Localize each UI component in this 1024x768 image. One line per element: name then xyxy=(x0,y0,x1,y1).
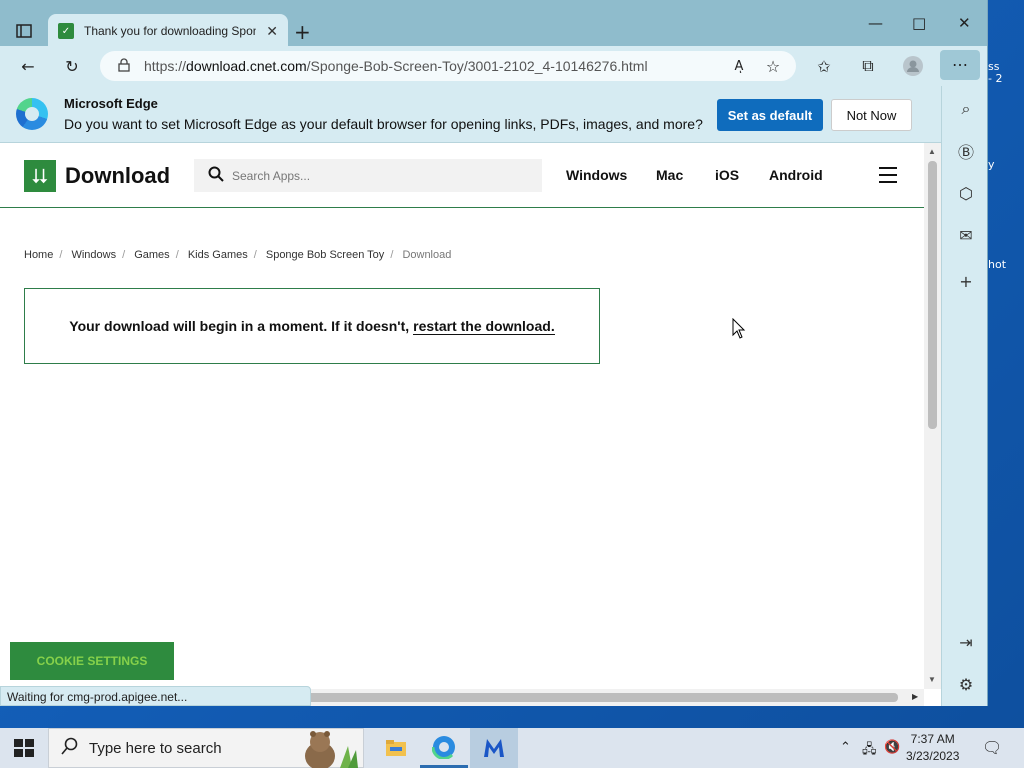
nav-mac[interactable]: Mac xyxy=(656,167,683,183)
search-icon xyxy=(61,737,79,760)
sidebar-settings-gear-icon[interactable]: ⚙ xyxy=(954,672,978,696)
nav-ios[interactable]: iOS xyxy=(715,167,739,183)
network-icon[interactable]: 🖧 xyxy=(862,740,877,762)
horizontal-scroll-thumb[interactable] xyxy=(300,693,898,702)
hamburger-menu-icon[interactable] xyxy=(879,167,897,183)
bing-chat-icon[interactable]: Ⓑ xyxy=(954,139,978,163)
status-bar: Waiting for cmg-prod.apigee.net... xyxy=(0,686,311,706)
favorites-icon[interactable]: ✩ xyxy=(811,54,837,78)
breadcrumb-product[interactable]: Sponge Bob Screen Toy xyxy=(266,249,384,261)
search-icon xyxy=(208,166,224,186)
taskbar: Type here to search ⌃ 🖧 🔇 7:37 AM 3/23/2… xyxy=(0,728,1024,768)
site-header: ⮇ Download Search Apps... Windows Mac iO… xyxy=(0,143,924,208)
file-explorer-icon[interactable] xyxy=(372,728,420,768)
download-message: Your download will begin in a moment. If… xyxy=(69,318,555,335)
profile-avatar-icon[interactable] xyxy=(900,54,926,78)
breadcrumb-kids-games[interactable]: Kids Games xyxy=(188,249,248,261)
settings-more-icon[interactable]: ⋯ xyxy=(940,50,980,80)
restart-download-link[interactable]: restart the download. xyxy=(413,318,555,335)
title-bar: ✓ Thank you for downloading Sponge Bob S… xyxy=(0,0,987,48)
nav-android[interactable]: Android xyxy=(769,167,823,183)
outlook-icon[interactable]: ✉ xyxy=(954,223,978,247)
clock-date: 3/23/2023 xyxy=(906,749,960,763)
browser-toolbar: ← ↻ https://download.cnet.com/Sponge-Bob… xyxy=(0,46,987,86)
tab-title: Thank you for downloading Sponge Bob Scr… xyxy=(84,24,256,38)
vertical-scrollbar[interactable]: ▲ ▼ xyxy=(924,143,941,689)
close-window-icon[interactable]: ✕ xyxy=(958,14,971,32)
search-highlight-bear-icon xyxy=(296,728,362,768)
not-now-button[interactable]: Not Now xyxy=(831,99,912,131)
scroll-up-icon[interactable]: ▲ xyxy=(928,147,936,156)
hide-sidebar-icon[interactable]: ⇥ xyxy=(954,630,978,654)
infobar-title: Microsoft Edge xyxy=(64,96,158,111)
edge-logo-icon xyxy=(16,98,48,130)
maximize-icon[interactable]: □ xyxy=(912,14,926,32)
browser-tab-active[interactable]: ✓ Thank you for downloading Sponge Bob S… xyxy=(48,14,288,48)
breadcrumb-current: Download xyxy=(402,249,452,261)
minimize-icon[interactable]: — xyxy=(868,14,883,32)
edge-sidebar: ⌕ Ⓑ ⬡ ✉ + ⇥ ⚙ xyxy=(941,86,987,706)
address-bar[interactable]: https://download.cnet.com/Sponge-Bob-Scr… xyxy=(100,51,796,81)
lock-icon xyxy=(118,57,130,75)
download-message-box: Your download will begin in a moment. If… xyxy=(24,288,600,364)
clock-time: 7:37 AM xyxy=(910,732,955,746)
desktop-icon-label-fragment: y xyxy=(988,158,995,171)
malwarebytes-icon[interactable] xyxy=(470,728,518,768)
search-placeholder: Search Apps... xyxy=(232,168,311,183)
breadcrumb: Home / Windows / Games / Kids Games / Sponge… xyxy=(24,249,452,261)
vertical-scroll-thumb[interactable] xyxy=(928,161,937,429)
new-tab-icon[interactable]: + xyxy=(294,20,311,44)
set-as-default-button[interactable]: Set as default xyxy=(717,99,823,131)
download-logo-icon[interactable]: ⮇ xyxy=(24,160,56,192)
notifications-icon[interactable]: 🗨 xyxy=(982,738,1002,757)
breadcrumb-windows[interactable]: Windows xyxy=(71,249,116,261)
browser-window: ✓ Thank you for downloading Sponge Bob S… xyxy=(0,0,988,706)
taskbar-search-placeholder: Type here to search xyxy=(89,739,222,757)
download-favicon-icon: ✓ xyxy=(58,23,74,39)
edge-taskbar-icon[interactable] xyxy=(420,728,468,768)
scroll-down-icon[interactable]: ▼ xyxy=(928,675,936,684)
read-aloud-icon[interactable]: Aͅ xyxy=(726,54,752,78)
scroll-right-icon[interactable]: ▶ xyxy=(912,692,918,701)
site-logo-text[interactable]: Download xyxy=(65,163,170,189)
add-favorite-icon[interactable]: ☆ xyxy=(760,54,786,78)
taskbar-clock[interactable]: 7:37 AM 3/23/2023 xyxy=(906,731,959,765)
shopping-icon[interactable]: ⬡ xyxy=(954,181,978,205)
search-icon[interactable]: ⌕ xyxy=(954,97,978,121)
cookie-settings-button[interactable]: COOKIE SETTINGS xyxy=(10,642,174,680)
volume-muted-icon[interactable]: 🔇 xyxy=(884,740,900,755)
desktop-icon-label-fragment: - 2 xyxy=(988,72,1003,85)
breadcrumb-home[interactable]: Home xyxy=(24,249,53,261)
url-text: https://download.cnet.com/Sponge-Bob-Scr… xyxy=(144,58,648,74)
infobar-message: Do you want to set Microsoft Edge as you… xyxy=(64,116,703,132)
breadcrumb-games[interactable]: Games xyxy=(134,249,169,261)
nav-windows[interactable]: Windows xyxy=(566,167,627,183)
add-sidebar-app-icon[interactable]: + xyxy=(954,269,978,293)
site-search-input[interactable]: Search Apps... xyxy=(194,159,542,192)
refresh-icon[interactable]: ↻ xyxy=(59,54,85,78)
default-browser-infobar: Microsoft Edge Do you want to set Micros… xyxy=(0,86,941,143)
tab-close-icon[interactable]: ✕ xyxy=(266,23,278,40)
web-page: ⮇ Download Search Apps... Windows Mac iO… xyxy=(0,143,924,689)
tray-chevron-up-icon[interactable]: ⌃ xyxy=(840,740,851,755)
windows-start-icon[interactable] xyxy=(14,739,34,757)
collections-icon[interactable]: ⧉ xyxy=(855,54,881,78)
back-arrow-icon[interactable]: ← xyxy=(15,54,41,78)
tab-actions-icon[interactable] xyxy=(8,14,40,46)
desktop-icon-label-fragment: hot xyxy=(988,258,1007,271)
